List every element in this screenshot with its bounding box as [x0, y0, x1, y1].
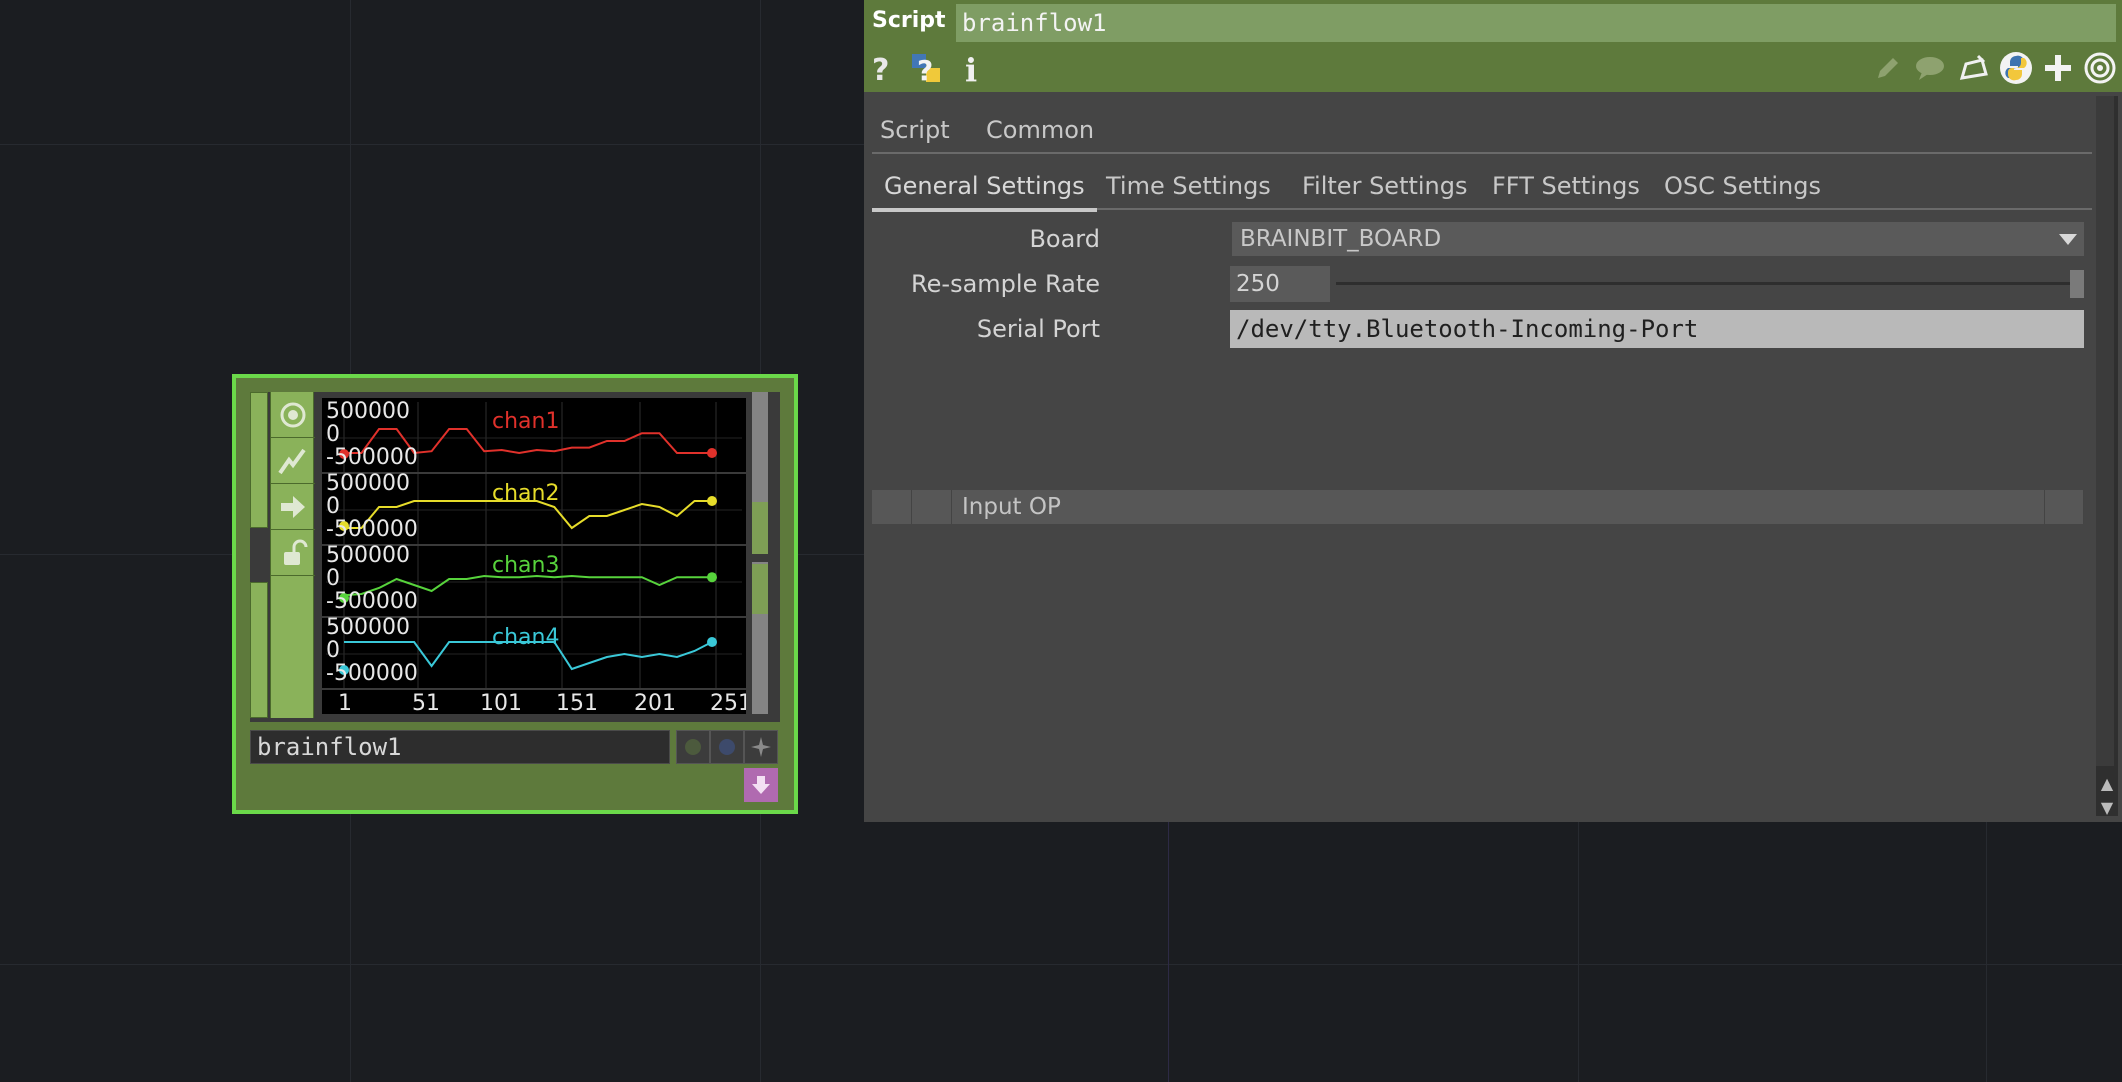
tab-common[interactable]: Common [986, 108, 1094, 152]
pencil-icon[interactable] [1870, 50, 1906, 86]
x-axis-tick-label: 201 [634, 691, 676, 714]
display-toggle-icon[interactable] [710, 730, 744, 764]
render-toggle-icon[interactable] [744, 730, 778, 764]
y-axis-max-label: 500000 [326, 615, 410, 640]
scroll-down-icon[interactable]: ▼ [2096, 796, 2118, 818]
serial-port-label: Serial Port [976, 315, 1100, 343]
dialog-header: Script brainflow1 ? ? i [864, 0, 2122, 92]
cook-flag-icon[interactable] [271, 438, 315, 484]
viewer-scroll-thumb[interactable] [752, 502, 768, 554]
operator-node[interactable]: 500000 0 -500000 chan1 500000 0 -500000 chan2 50… [232, 374, 798, 814]
settings-tab-bar: General Settings Time Settings Filter Se… [872, 164, 2092, 212]
channel-name-label: chan2 [492, 481, 559, 506]
board-dropdown[interactable]: BRAINBIT_BOARD [1232, 222, 2084, 256]
node-flag-strip[interactable] [250, 582, 268, 718]
tab-script[interactable]: Script [880, 108, 950, 152]
y-axis-zero-label: 0 [326, 638, 340, 663]
channel-name-label: chan4 [492, 625, 559, 650]
svg-text:?: ? [872, 53, 889, 84]
y-axis-max-label: 500000 [326, 543, 410, 568]
node-flag-strip[interactable] [250, 392, 268, 528]
input-cell[interactable] [912, 490, 952, 524]
input-op-bar: Input OP [872, 490, 2084, 524]
node-body: 500000 0 -500000 chan1 500000 0 -500000 chan2 50… [250, 392, 780, 722]
y-axis-max-label: 500000 [326, 399, 410, 424]
scroll-up-icon[interactable]: ▲ [2096, 772, 2118, 794]
python-help-icon[interactable]: ? [908, 50, 944, 86]
input-op-label: Input OP [962, 494, 1061, 520]
y-axis-zero-label: 0 [326, 566, 340, 591]
python-icon[interactable] [1998, 50, 2034, 86]
x-axis-tick-label: 101 [480, 691, 522, 714]
channel-end-marker [707, 448, 717, 458]
tab-general-settings[interactable]: General Settings [872, 164, 1097, 212]
chop-viewer[interactable]: 500000 0 -500000 chan1 500000 0 -500000 chan2 50… [322, 398, 746, 714]
x-axis-tick-label: 51 [412, 691, 440, 714]
question-icon[interactable]: ? [864, 50, 900, 86]
resample-rate-slider-handle[interactable] [2070, 270, 2084, 298]
x-axis-tick-label: 1 [338, 691, 352, 714]
grid-line [0, 964, 2122, 965]
x-axis-tick-label: 251 [710, 691, 746, 714]
resample-rate-field[interactable]: 250 [1230, 266, 1330, 302]
y-axis-min-label: -500000 [326, 517, 418, 542]
channel-end-marker [707, 637, 717, 647]
info-icon[interactable]: i [952, 50, 988, 86]
channel-name-label: chan3 [492, 553, 559, 578]
channel-end-marker [707, 572, 717, 583]
y-axis-zero-label: 0 [326, 494, 340, 519]
parameter-dialog: Script brainflow1 ? ? i Script Common Ge… [864, 0, 2122, 822]
channel-plot: 5000000-500000chan15000000-500000chan250… [322, 398, 746, 714]
page-tab-bar: Script Common [872, 108, 2092, 154]
target-icon[interactable] [2082, 50, 2118, 86]
board-value: BRAINBIT_BOARD [1240, 226, 1442, 252]
plus-icon[interactable] [2040, 50, 2076, 86]
node-name-field[interactable]: brainflow1 [250, 730, 670, 764]
clone-icon[interactable] [1956, 50, 1992, 86]
serial-port-field[interactable]: /dev/tty.Bluetooth-Incoming-Port [1230, 310, 2084, 348]
channel-end-marker [707, 496, 717, 506]
chevron-down-icon [2059, 234, 2077, 245]
input-cell[interactable] [872, 490, 912, 524]
node-flags-column [270, 392, 315, 718]
tab-filter-settings[interactable]: Filter Settings [1302, 164, 1468, 208]
tab-osc-settings[interactable]: OSC Settings [1664, 164, 1821, 208]
y-axis-max-label: 500000 [326, 471, 410, 496]
operator-name-field[interactable]: brainflow1 [956, 4, 2116, 42]
board-label: Board [1029, 225, 1100, 253]
y-axis-min-label: -500000 [326, 589, 418, 614]
y-axis-min-label: -500000 [326, 661, 418, 686]
svg-text:i: i [965, 51, 977, 85]
lock-icon[interactable] [271, 530, 315, 576]
bypass-toggle-icon[interactable] [676, 730, 710, 764]
tab-time-settings[interactable]: Time Settings [1106, 164, 1271, 208]
operator-type-label: Script [872, 8, 946, 33]
channel-name-label: chan1 [492, 409, 559, 434]
viewer-toggle-icon[interactable] [271, 392, 315, 438]
viewer-scroll-thumb[interactable] [752, 564, 768, 614]
y-axis-min-label: -500000 [326, 445, 418, 470]
x-axis-tick-label: 151 [556, 691, 598, 714]
output-connector-icon[interactable] [744, 768, 778, 802]
input-cell[interactable] [2044, 490, 2084, 524]
svg-text:?: ? [917, 54, 933, 86]
resample-rate-slider[interactable] [1336, 282, 2070, 285]
tab-fft-settings[interactable]: FFT Settings [1492, 164, 1640, 208]
y-axis-zero-label: 0 [326, 422, 340, 447]
panel-scroll-thumb[interactable] [2096, 96, 2114, 766]
export-arrow-icon[interactable] [271, 484, 315, 530]
panel-scrollbar[interactable] [2096, 96, 2118, 816]
comment-icon[interactable] [1912, 50, 1948, 86]
resample-rate-label: Re-sample Rate [911, 270, 1100, 298]
